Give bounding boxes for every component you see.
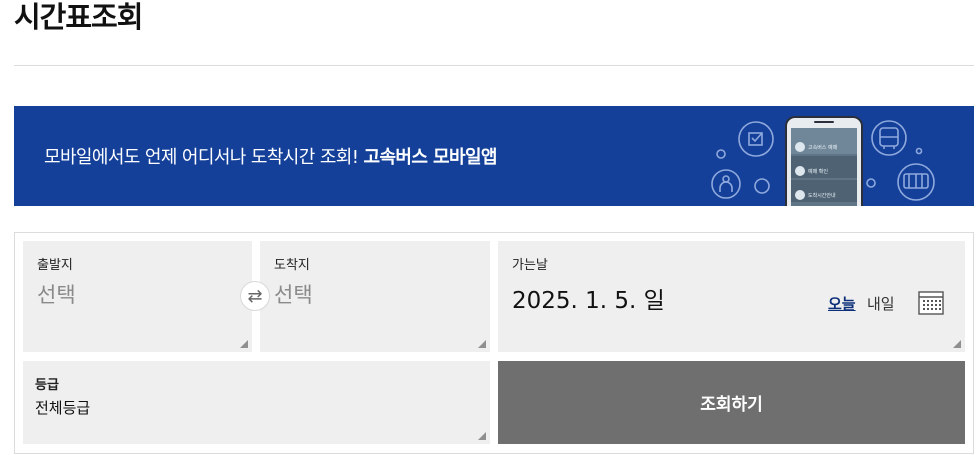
departure-field[interactable]: 출발지 선택 [23, 241, 252, 352]
mobile-app-banner[interactable]: 모바일에서도 언제 어디서나 도착시간 조회! 고속버스 모바일앱 고속버스 예… [14, 106, 974, 206]
arrival-label: 도착지 [274, 258, 310, 273]
grade-value: 전체등급 [35, 399, 91, 417]
banner-text-regular: 모바일에서도 언제 어디서나 도착시간 조회! [44, 147, 364, 168]
search-button[interactable]: 조회하기 [498, 361, 965, 444]
grade-field[interactable]: 등급 전체등급 [23, 361, 490, 444]
timetable-search-form: 출발지 선택 도착지 선택 ⇄ 가는날 2025. 1. 5. 일 오늘 내일 … [14, 232, 974, 454]
tomorrow-link[interactable]: 내일 [867, 293, 895, 314]
date-label: 가는날 [512, 258, 548, 273]
banner-text-bold: 고속버스 모바일앱 [363, 147, 498, 168]
dropdown-corner-icon [478, 432, 486, 440]
page-title: 시간표조회 [14, 0, 143, 34]
departure-value: 선택 [37, 283, 76, 307]
dropdown-corner-icon [953, 340, 961, 348]
bus-front-icon [871, 120, 907, 156]
phone-menu-2: 예매 확인 [808, 168, 828, 175]
today-link[interactable]: 오늘 [828, 293, 856, 314]
banner-text: 모바일에서도 언제 어디서나 도착시간 조회! 고속버스 모바일앱 [44, 143, 497, 169]
banner-illustration: 고속버스 예매 예매 확인 도착시간안내 [711, 116, 935, 206]
departure-label: 출발지 [37, 258, 73, 273]
arrival-value: 선택 [274, 283, 313, 307]
title-divider [14, 65, 974, 66]
dropdown-corner-icon [240, 340, 248, 348]
person-icon [711, 169, 741, 199]
date-field[interactable]: 가는날 2025. 1. 5. 일 오늘 내일 [498, 241, 965, 352]
phone-icon: 고속버스 예매 예매 확인 도착시간안내 [785, 116, 863, 206]
phone-menu-1: 고속버스 예매 [808, 144, 838, 151]
grade-label: 등급 [35, 378, 59, 393]
date-value: 2025. 1. 5. 일 [512, 288, 665, 314]
swap-arrows-icon[interactable]: ⇄ [240, 281, 270, 311]
arrival-field[interactable]: 도착지 선택 [260, 241, 490, 352]
phone-menu-3: 도착시간안내 [808, 192, 836, 199]
calendar-icon[interactable] [918, 291, 944, 315]
dropdown-corner-icon [478, 340, 486, 348]
